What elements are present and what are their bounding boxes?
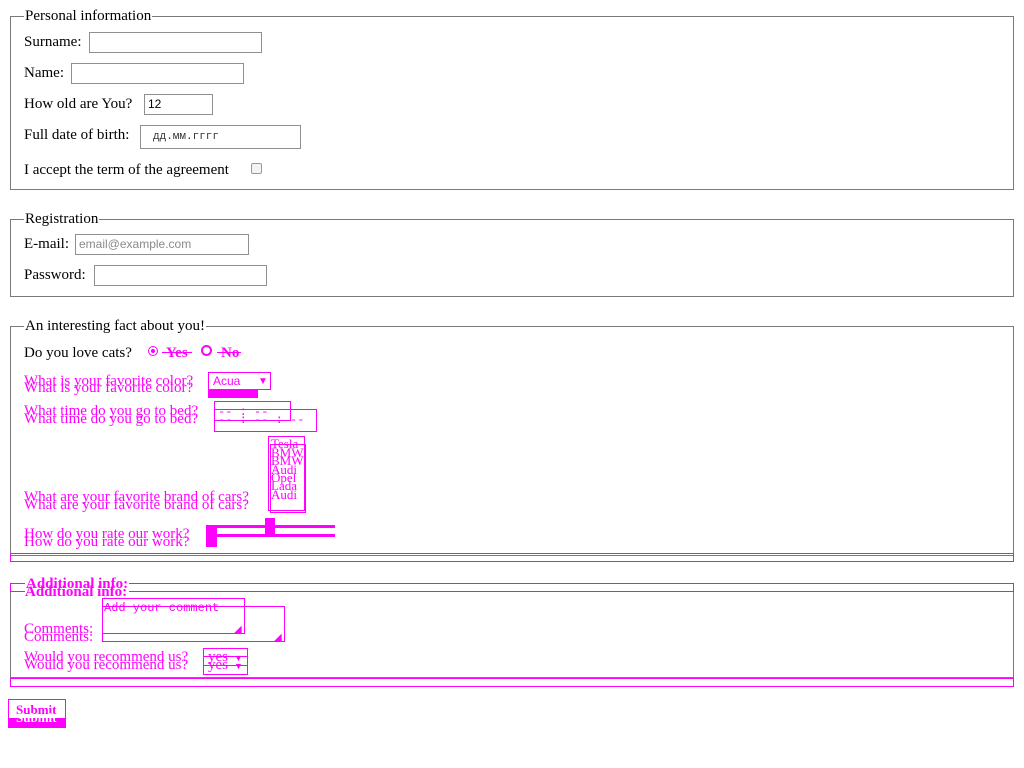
car-option[interactable]: Audi — [271, 488, 297, 501]
bed-label-ghost: What time do you go to bed? — [24, 411, 199, 427]
surname-input[interactable] — [89, 32, 262, 53]
dob-label: Full date of birth: — [24, 127, 130, 143]
age-label: How old are You? — [24, 96, 133, 112]
rate-slider-start — [206, 527, 217, 547]
cats-no-label: No — [221, 345, 240, 361]
additional-legend-ghost-line — [10, 583, 1014, 592]
yes-strike — [162, 352, 192, 353]
password-input[interactable] — [94, 265, 267, 286]
resize-handle-icon: ◢ — [234, 624, 242, 635]
registration-legend: Registration — [24, 211, 100, 228]
rate-label-ghost: How do you rate our work? — [24, 534, 190, 550]
surname-label: Surname: — [24, 34, 82, 50]
rate-slider-thumb[interactable] — [265, 518, 275, 536]
email-label: E-mail: — [24, 236, 69, 252]
fact-fieldset-ghost — [10, 553, 1014, 562]
fact-legend: An interesting fact about you! — [24, 318, 206, 335]
color-select-ghost — [208, 390, 258, 398]
fact-fieldset — [10, 326, 1014, 556]
resize-handle-icon: ◢ — [274, 632, 282, 643]
cats-label: Do you love cats? — [24, 345, 132, 361]
chevron-down-icon: ▼ — [258, 376, 268, 387]
name-label: Name: — [24, 65, 64, 81]
email-input[interactable]: email@example.com — [75, 234, 249, 255]
personal-legend: Personal information — [24, 8, 153, 25]
cats-yes-label: Yes — [166, 345, 188, 361]
color-select-value: Acua — [213, 374, 241, 388]
no-strike — [217, 352, 241, 353]
chevron-down-icon: ▼ — [234, 661, 243, 671]
recommend-label-ghost: Would you recommend us? — [24, 657, 189, 673]
submit-button-ghost-label: Submit — [16, 710, 57, 725]
radio-dot — [151, 349, 155, 353]
additional-fieldset-ghost — [10, 678, 1014, 687]
password-label: Password: — [24, 267, 86, 283]
recommend-select-ghost-value: yes — [208, 657, 228, 673]
dob-input[interactable]: дд.мм.гггг — [140, 125, 301, 149]
cats-yes-radio[interactable] — [148, 346, 158, 356]
bed-time-ghost-value: -- : -- : -- — [218, 413, 305, 427]
cars-label-ghost: What are your favorite brand of cars? — [24, 497, 249, 513]
comments-label-ghost: Comments: — [24, 629, 94, 645]
age-input[interactable]: 12 — [144, 94, 213, 115]
name-input[interactable] — [71, 63, 244, 84]
agreement-label: I accept the term of the agreement — [24, 162, 229, 178]
color-label-ghost: What is your favorite color? — [24, 380, 194, 396]
comments-textarea-ghost — [102, 606, 285, 642]
agreement-checkbox[interactable] — [251, 163, 262, 174]
cats-no-radio[interactable] — [201, 345, 212, 356]
